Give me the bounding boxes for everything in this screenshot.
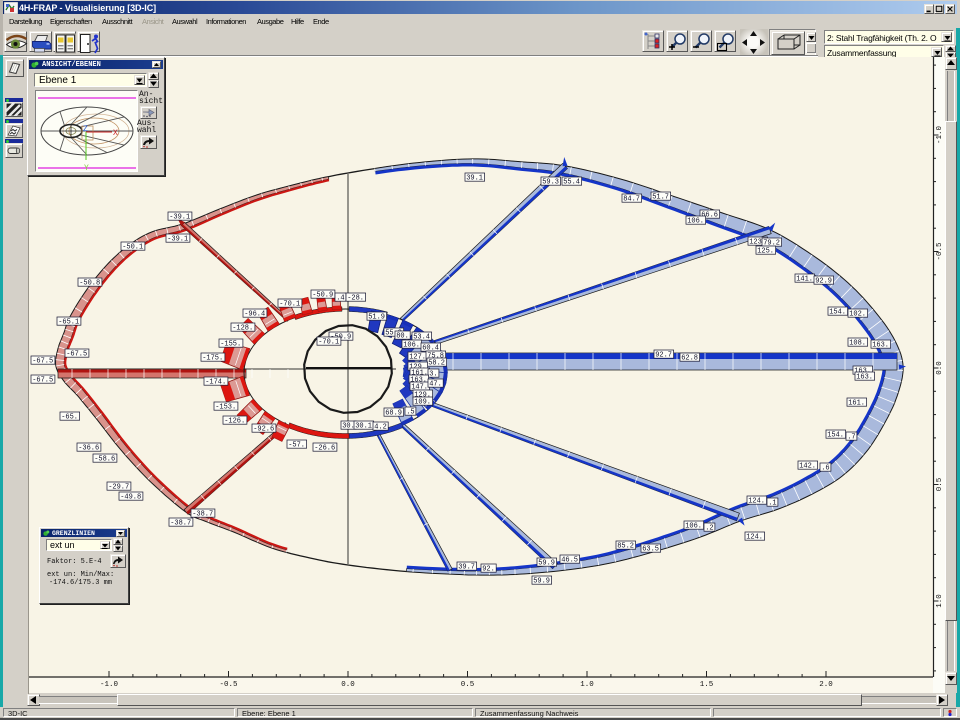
svg-text:109.: 109. [414, 399, 431, 407]
svg-text:55.4: 55.4 [563, 179, 580, 187]
svg-text:-65.1: -65.1 [58, 319, 79, 327]
svg-text:142.: 142. [799, 463, 816, 471]
svg-text:39.1: 39.1 [466, 175, 483, 183]
svg-text:92.: 92. [482, 566, 495, 574]
svg-text:-38.7: -38.7 [170, 520, 191, 528]
svg-text:51.9: 51.9 [368, 314, 385, 322]
svg-text:-175.: -175. [202, 355, 223, 363]
svg-text:-49.8: -49.8 [120, 494, 141, 502]
svg-text:.2: .2 [705, 525, 713, 533]
svg-text:154.: 154. [829, 309, 846, 317]
svg-text:154.: 154. [827, 432, 844, 440]
svg-text:124.: 124. [746, 534, 763, 542]
svg-text:-58.6: -58.6 [94, 456, 115, 464]
svg-text:163.: 163. [856, 374, 873, 382]
svg-text:106.: 106. [687, 218, 704, 226]
svg-text:125.: 125. [757, 248, 774, 256]
svg-text:92.7: 92.7 [655, 352, 672, 360]
svg-text:.6: .6 [821, 465, 829, 473]
svg-text:-92.6: -92.6 [253, 426, 274, 434]
svg-text:-50.8: -50.8 [79, 280, 100, 288]
svg-text:-128.: -128. [232, 325, 253, 333]
svg-text:4.2: 4.2 [374, 424, 387, 432]
svg-text:30.: 30. [342, 423, 355, 431]
svg-text:-67.5: -67.5 [66, 351, 87, 359]
svg-text:-38.7: -38.7 [192, 511, 213, 519]
svg-text:47.: 47. [429, 381, 442, 389]
svg-text:46.5: 46.5 [561, 557, 578, 565]
svg-text:161.: 161. [848, 400, 865, 408]
svg-text:59.9: 59.9 [533, 578, 550, 586]
svg-text:62.8: 62.8 [681, 355, 698, 363]
svg-text:-96.4: -96.4 [244, 311, 265, 319]
svg-text:-26.6: -26.6 [314, 445, 335, 453]
svg-text:39.7: 39.7 [458, 564, 475, 572]
svg-text:-36.6: -36.6 [78, 445, 99, 453]
svg-text:85.2: 85.2 [617, 543, 634, 551]
svg-text:-153.: -153. [215, 404, 236, 412]
svg-text:-174.: -174. [205, 379, 226, 387]
svg-text:92.9: 92.9 [815, 278, 832, 286]
svg-text:-155.: -155. [220, 341, 241, 349]
svg-text:Y: Y [84, 164, 89, 172]
svg-text:.1: .1 [768, 500, 776, 508]
svg-text:106.: 106. [685, 523, 702, 531]
svg-text:.7: .7 [847, 434, 855, 442]
svg-text:58.2: 58.2 [428, 360, 445, 368]
svg-text:127.: 127. [409, 354, 426, 362]
svg-text:-126.: -126. [224, 418, 245, 426]
svg-text:-28.: -28. [347, 295, 364, 303]
svg-text:-67.5: -67.5 [32, 377, 53, 385]
svg-text:108.: 108. [849, 340, 866, 348]
svg-text:68.9: 68.9 [385, 410, 402, 418]
svg-text:51.7: 51.7 [652, 194, 669, 202]
svg-text:-50.1: -50.1 [122, 244, 143, 252]
svg-text:59.3: 59.3 [542, 179, 559, 187]
svg-text:-39.1: -39.1 [169, 214, 190, 222]
svg-text:30.1: 30.1 [355, 423, 372, 431]
svg-text:.4: .4 [336, 295, 344, 303]
svg-text:-65.: -65. [61, 414, 78, 422]
svg-text:163.: 163. [872, 342, 889, 350]
svg-text:Z: Z [83, 125, 88, 134]
svg-text:-50.9: -50.9 [312, 292, 333, 300]
svg-text:-57.: -57. [288, 442, 305, 450]
svg-text:3.: 3. [429, 371, 437, 379]
svg-text:63.5: 63.5 [642, 546, 659, 554]
svg-text:80.: 80. [396, 333, 409, 341]
svg-text:-70.1: -70.1 [318, 339, 339, 347]
svg-text:.5: .5 [406, 409, 414, 417]
svg-text:141.: 141. [796, 276, 813, 284]
svg-text:-70.1: -70.1 [279, 301, 300, 309]
svg-text:124.: 124. [748, 498, 765, 506]
svg-text:59.9: 59.9 [538, 560, 555, 568]
svg-text:-29.7: -29.7 [108, 484, 129, 492]
svg-text:X: X [113, 129, 118, 138]
svg-text:102.: 102. [849, 311, 866, 319]
svg-text:84.7: 84.7 [623, 196, 640, 204]
svg-text:106.: 106. [403, 342, 420, 350]
svg-text:-67.5: -67.5 [32, 358, 53, 366]
svg-text:-39.1: -39.1 [167, 236, 188, 244]
